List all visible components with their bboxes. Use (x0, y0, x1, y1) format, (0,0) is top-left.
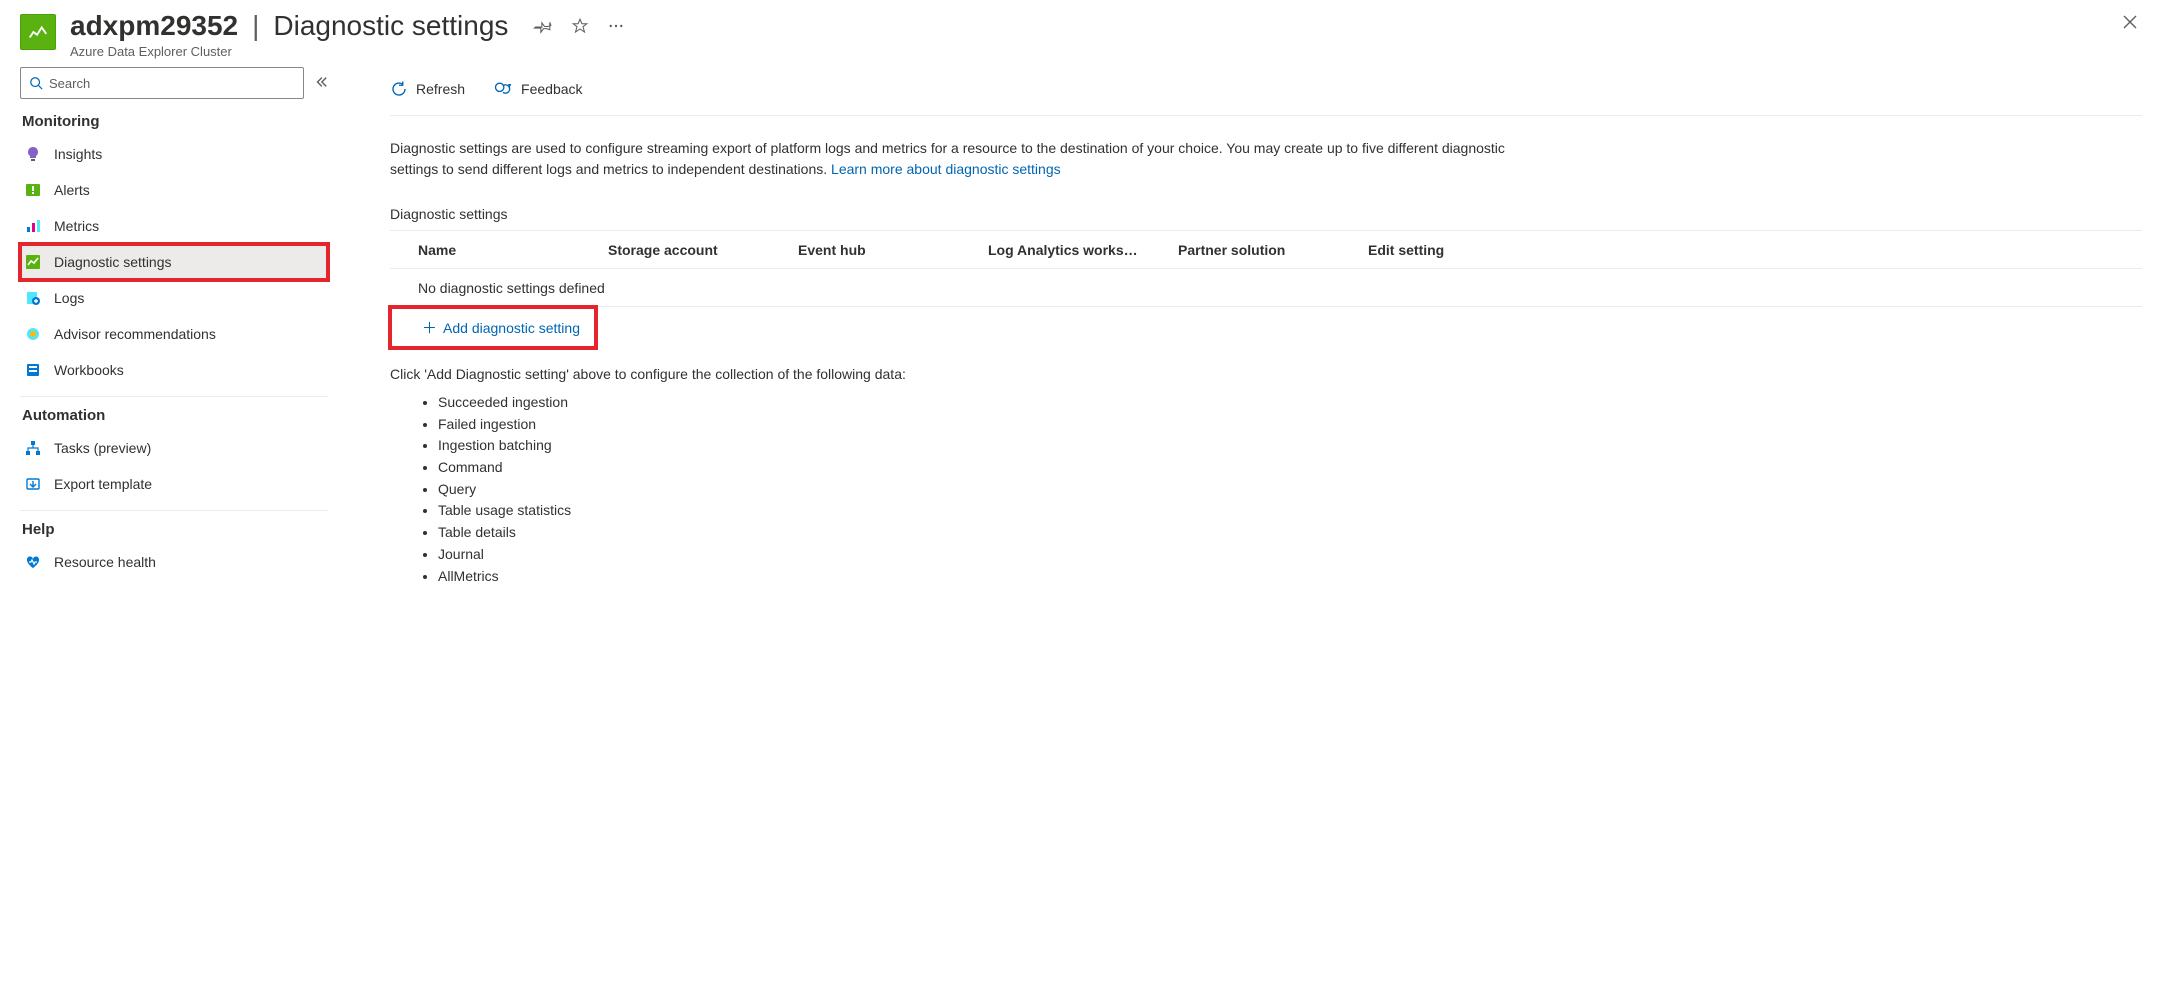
sidebar-item-label: Advisor recommendations (54, 326, 216, 342)
sidebar-item-advisor[interactable]: Advisor recommendations (20, 316, 328, 352)
sidebar-item-workbooks[interactable]: Workbooks (20, 352, 328, 388)
sidebar-item-label: Logs (54, 290, 84, 306)
data-category-item: Journal (438, 544, 2142, 566)
add-diagnostic-setting-button[interactable]: ＋ Add diagnostic setting (390, 307, 596, 348)
config-hint: Click 'Add Diagnostic setting' above to … (390, 366, 2142, 382)
favorite-icon[interactable] (568, 14, 592, 38)
sidebar-item-label: Metrics (54, 218, 99, 234)
health-icon (24, 553, 42, 571)
sidebar-group-title: Monitoring (22, 113, 328, 130)
data-category-item: Failed ingestion (438, 414, 2142, 436)
data-category-item: Command (438, 457, 2142, 479)
feedback-label: Feedback (521, 81, 582, 97)
sidebar-item-export[interactable]: Export template (20, 466, 328, 502)
search-icon (29, 76, 43, 90)
sidebar-item-metrics[interactable]: Metrics (20, 208, 328, 244)
sidebar: Monitoring Insights Alerts Metrics Diagnosti… (20, 67, 328, 587)
column-edit: Edit setting (1368, 242, 1498, 258)
column-storage: Storage account (608, 242, 798, 258)
main-content: Refresh Feedback Diagnostic settings are… (328, 67, 2142, 587)
resource-type: Azure Data Explorer Cluster (70, 44, 628, 59)
column-eventhub: Event hub (798, 242, 988, 258)
sidebar-item-label: Export template (54, 476, 152, 492)
sidebar-item-label: Diagnostic settings (54, 254, 172, 270)
diagnostic-icon (24, 253, 42, 271)
table-section-label: Diagnostic settings (390, 206, 2142, 222)
bulb-icon (24, 145, 42, 163)
logs-icon (24, 289, 42, 307)
resource-icon (20, 14, 56, 50)
tasks-icon (24, 439, 42, 457)
sidebar-item-label: Resource health (54, 554, 156, 570)
data-category-item: Query (438, 479, 2142, 501)
table-empty-row: No diagnostic settings defined (390, 269, 2142, 307)
refresh-icon (390, 80, 408, 98)
sidebar-group-title: Help (22, 521, 328, 538)
resource-name: adxpm29352 (70, 10, 238, 42)
column-loganalytics: Log Analytics works… (988, 242, 1178, 258)
sidebar-item-alerts[interactable]: Alerts (20, 172, 328, 208)
data-category-item: Table details (438, 522, 2142, 544)
title-separator: | (252, 10, 259, 42)
metrics-icon (24, 217, 42, 235)
column-name: Name (418, 242, 608, 258)
plus-icon: ＋ (422, 317, 437, 338)
data-categories-list: Succeeded ingestionFailed ingestionInges… (390, 392, 2142, 587)
data-category-item: Table usage statistics (438, 500, 2142, 522)
pin-icon[interactable] (532, 14, 556, 38)
sidebar-item-label: Insights (54, 146, 102, 162)
collapse-sidebar-icon[interactable] (314, 75, 328, 92)
export-icon (24, 475, 42, 493)
data-category-item: Succeeded ingestion (438, 392, 2142, 414)
sidebar-item-logs[interactable]: Logs (20, 280, 328, 316)
empty-state-text: No diagnostic settings defined (418, 280, 1498, 296)
column-partner: Partner solution (1178, 242, 1368, 258)
refresh-button[interactable]: Refresh (390, 80, 465, 98)
sidebar-item-label: Workbooks (54, 362, 124, 378)
add-diagnostic-label: Add diagnostic setting (443, 320, 580, 336)
sidebar-search[interactable] (20, 67, 304, 99)
more-icon[interactable] (604, 14, 628, 38)
refresh-label: Refresh (416, 81, 465, 97)
sidebar-item-label: Alerts (54, 182, 90, 198)
workbooks-icon (24, 361, 42, 379)
data-category-item: Ingestion batching (438, 435, 2142, 457)
table-header: Name Storage account Event hub Log Analy… (390, 231, 2142, 269)
close-icon[interactable] (2118, 10, 2142, 34)
data-category-item: AllMetrics (438, 566, 2142, 588)
advisor-icon (24, 325, 42, 343)
page-header: adxpm29352 | Diagnostic settings (20, 10, 2142, 67)
sidebar-item-resourcehealth[interactable]: Resource health (20, 544, 328, 580)
page-title: Diagnostic settings (273, 10, 508, 42)
search-input[interactable] (49, 76, 295, 91)
description-text: Diagnostic settings are used to configur… (390, 138, 1550, 180)
sidebar-item-insights[interactable]: Insights (20, 136, 328, 172)
toolbar: Refresh Feedback (390, 69, 2142, 109)
diagnostic-settings-table: Name Storage account Event hub Log Analy… (390, 230, 2142, 348)
sidebar-item-diagnostic[interactable]: Diagnostic settings (20, 244, 328, 280)
learn-more-link[interactable]: Learn more about diagnostic settings (831, 161, 1061, 177)
feedback-icon (493, 80, 513, 98)
feedback-button[interactable]: Feedback (493, 80, 582, 98)
sidebar-item-tasks[interactable]: Tasks (preview) (20, 430, 328, 466)
sidebar-item-label: Tasks (preview) (54, 440, 151, 456)
sidebar-group-title: Automation (22, 407, 328, 424)
alert-icon (24, 181, 42, 199)
